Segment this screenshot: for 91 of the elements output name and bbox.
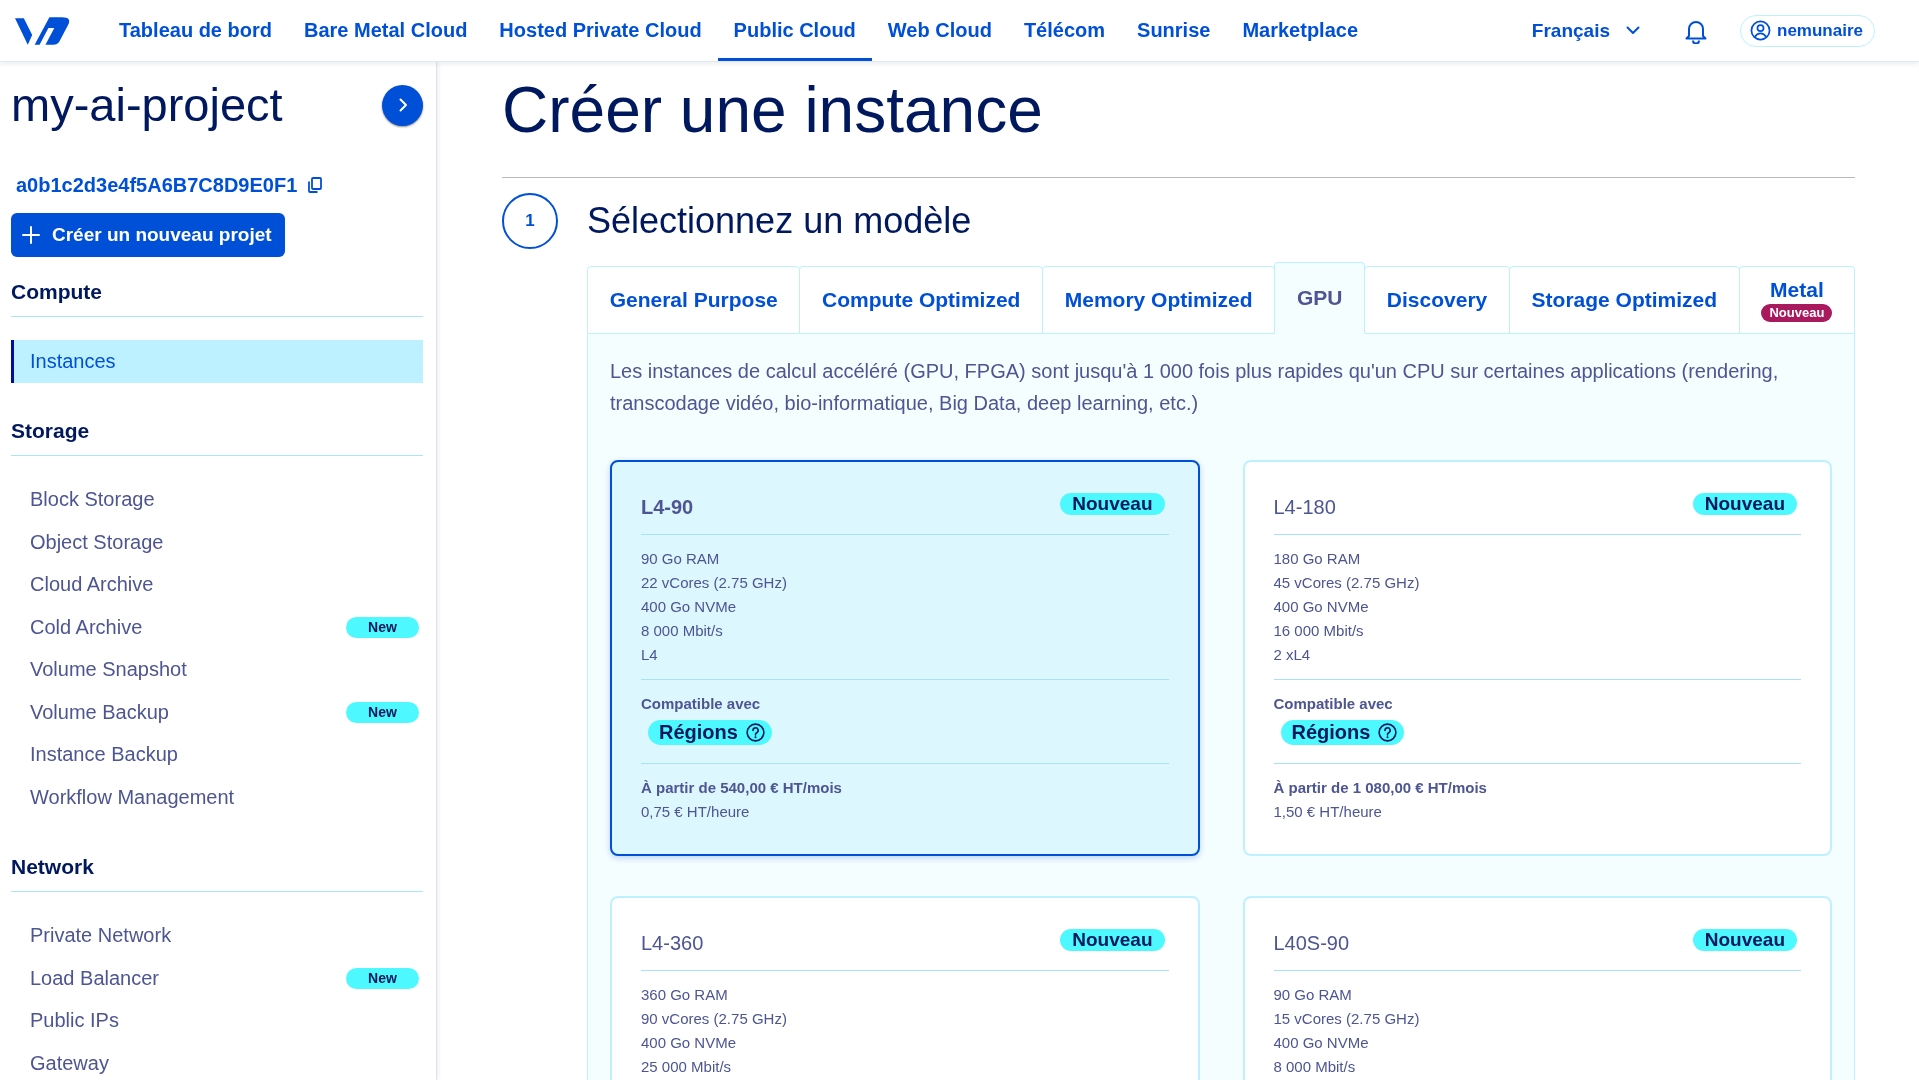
compatible-label: Compatible avec: [641, 694, 762, 714]
spec-line: 400 Go NVMe: [1273, 597, 1370, 617]
sidebar-link[interactable]: Object Storage: [30, 530, 164, 554]
instance-card[interactable]: L4-180 Nouveau 180 Go RAM 45 vCores (2.75 GHz) 400 Go NVMe 16 000 Mbit/s 2 xL4 Compatible avec Régions À partir de 1 080,00 € HT/mois 1,50 € HT/heure: [1242, 460, 1832, 856]
new-badge: New: [346, 967, 419, 989]
expand-button[interactable]: [382, 84, 423, 126]
nav-link[interactable]: Sunrise: [1121, 0, 1227, 61]
price-text: À partir de 1 080,00 € HT/mois: [1273, 778, 1488, 798]
sidebar-link[interactable]: Gateway: [30, 1051, 109, 1075]
sidebar-link[interactable]: Public IPs: [30, 1009, 119, 1033]
spec-line: 180 Go RAM: [1273, 549, 1362, 569]
section-heading: Network: [11, 852, 423, 892]
spec-line: 360 Go RAM: [641, 985, 729, 1005]
instance-card[interactable]: L40S-90 Nouveau 90 Go RAM 15 vCores (2.75 GHz) 400 Go NVMe 8 000 Mbit/s: [1242, 896, 1832, 1080]
spec-line: 90 Go RAM: [1273, 985, 1353, 1005]
spec-line: 90 Go RAM: [641, 549, 721, 569]
page-title: Créer une instance: [502, 73, 1044, 148]
sidebar-link[interactable]: Private Network: [30, 924, 172, 948]
spec-line: 400 Go NVMe: [641, 1033, 738, 1053]
hourly-price-text: 1,50 € HT/heure: [1273, 802, 1383, 822]
nav-link[interactable]: Tableau de bord: [103, 0, 288, 61]
tab[interactable]: Metal Nouveau: [1738, 266, 1856, 334]
tab[interactable]: General Purpose: [587, 266, 801, 334]
instance-name: L40S-90: [1273, 931, 1350, 955]
sidebar-link[interactable]: Instance Backup: [30, 743, 178, 767]
nav-link[interactable]: Marketplace: [1226, 0, 1375, 61]
new-badge: New: [346, 616, 419, 638]
sidebar-link[interactable]: Workflow Management: [30, 785, 235, 809]
price-text: À partir de 540,00 € HT/mois: [641, 778, 843, 798]
chevron-down-icon: [1626, 26, 1640, 35]
sidebar-link[interactable]: Block Storage: [30, 488, 155, 512]
nav-link[interactable]: Bare Metal Cloud: [288, 0, 484, 61]
spec-line: 15 vCores (2.75 GHz): [1273, 1009, 1421, 1029]
chevron-right-icon: [399, 98, 408, 112]
tab[interactable]: Compute Optimized: [799, 266, 1044, 334]
instance-card[interactable]: L4-90 Nouveau 90 Go RAM 22 vCores (2.75 GHz) 400 Go NVMe 8 000 Mbit/s L4 Compatible avec Régions À partir de 540,00 € HT/mois 0,75 € HT/heure: [610, 460, 1200, 856]
new-badge: Nouveau: [1692, 493, 1797, 515]
tab[interactable]: Discovery: [1364, 266, 1510, 334]
plus-icon: [22, 226, 40, 244]
step-title: Sélectionnez un modèle: [587, 200, 972, 242]
spec-line: 22 vCores (2.75 GHz): [641, 573, 788, 593]
spec-line: 25 000 Mbit/s: [641, 1057, 733, 1077]
description-text: Les instances de calcul accéléré (GPU, FPGA) sont jusqu'à 1 000 fois plus rapides qu'un CPU sur certaines applications (rendering, transcodage vidéo, bio-informatique, Big Data, deep learning, etc.): [610, 359, 1780, 416]
new-badge: Nouveau: [1692, 929, 1797, 951]
spec-line: 400 Go NVMe: [641, 597, 738, 617]
regions-label: Régions: [1291, 721, 1371, 744]
nav-link[interactable]: Télécom: [1007, 0, 1122, 61]
spec-line: 2 xL4: [1273, 645, 1312, 665]
project-id: a0b1c2d3e4f5A6B7C8D9E0F1: [16, 173, 298, 197]
new-project-button[interactable]: Créer un nouveau projet: [11, 213, 285, 257]
hourly-price-text: 0,75 € HT/heure: [641, 802, 751, 822]
copy-icon[interactable]: [308, 177, 323, 193]
section-heading: Storage: [11, 416, 423, 456]
nav-link[interactable]: Hosted Private Cloud: [483, 0, 718, 61]
tab[interactable]: GPU: [1274, 262, 1366, 334]
user-menu-button[interactable]: nemunaire: [1740, 14, 1875, 47]
user-icon: [1750, 20, 1771, 41]
logo-icon[interactable]: [15, 14, 72, 47]
new-badge: Nouveau: [1060, 493, 1165, 515]
language-selector[interactable]: Français: [1531, 19, 1640, 42]
project-title: my-ai-project: [11, 80, 283, 130]
sidebar-link[interactable]: Volume Backup: [30, 700, 169, 724]
tab[interactable]: Storage Optimized: [1508, 266, 1740, 334]
new-badge: Nouveau: [1761, 304, 1833, 322]
sidebar-link[interactable]: Volume Snapshot: [30, 658, 187, 682]
sidebar-link[interactable]: Instances: [11, 340, 423, 383]
regions-label: Régions: [659, 721, 738, 744]
instance-name: L4-360: [641, 931, 704, 955]
sidebar-link[interactable]: Cold Archive: [30, 615, 143, 639]
spec-line: 16 000 Mbit/s: [1273, 621, 1365, 641]
nav-link[interactable]: Public Cloud: [717, 0, 872, 61]
new-badge: Nouveau: [1060, 929, 1165, 951]
section-heading: Compute: [11, 278, 423, 317]
help-icon[interactable]: [745, 723, 765, 742]
sidebar-link[interactable]: Load Balancer: [30, 966, 159, 990]
spec-line: 400 Go NVMe: [1273, 1033, 1370, 1053]
spec-line: 8 000 Mbit/s: [1273, 1057, 1357, 1077]
compatible-label: Compatible avec: [1273, 694, 1394, 714]
instance-name: L4-180: [1273, 495, 1336, 519]
instance-name: L4-90: [641, 495, 694, 519]
help-icon[interactable]: [1378, 723, 1398, 742]
spec-line: 8 000 Mbit/s: [641, 621, 724, 641]
new-badge: New: [346, 701, 419, 723]
spec-line: L4: [641, 645, 659, 665]
spec-line: 90 vCores (2.75 GHz): [641, 1009, 788, 1029]
spec-line: 45 vCores (2.75 GHz): [1273, 573, 1421, 593]
instance-card[interactable]: L4-360 Nouveau 360 Go RAM 90 vCores (2.75 GHz) 400 Go NVMe 25 000 Mbit/s: [610, 896, 1200, 1080]
nav-link[interactable]: Web Cloud: [871, 0, 1008, 61]
tab[interactable]: Memory Optimized: [1042, 266, 1276, 334]
sidebar-link[interactable]: Cloud Archive: [30, 573, 154, 597]
step-number: 1: [502, 193, 558, 249]
